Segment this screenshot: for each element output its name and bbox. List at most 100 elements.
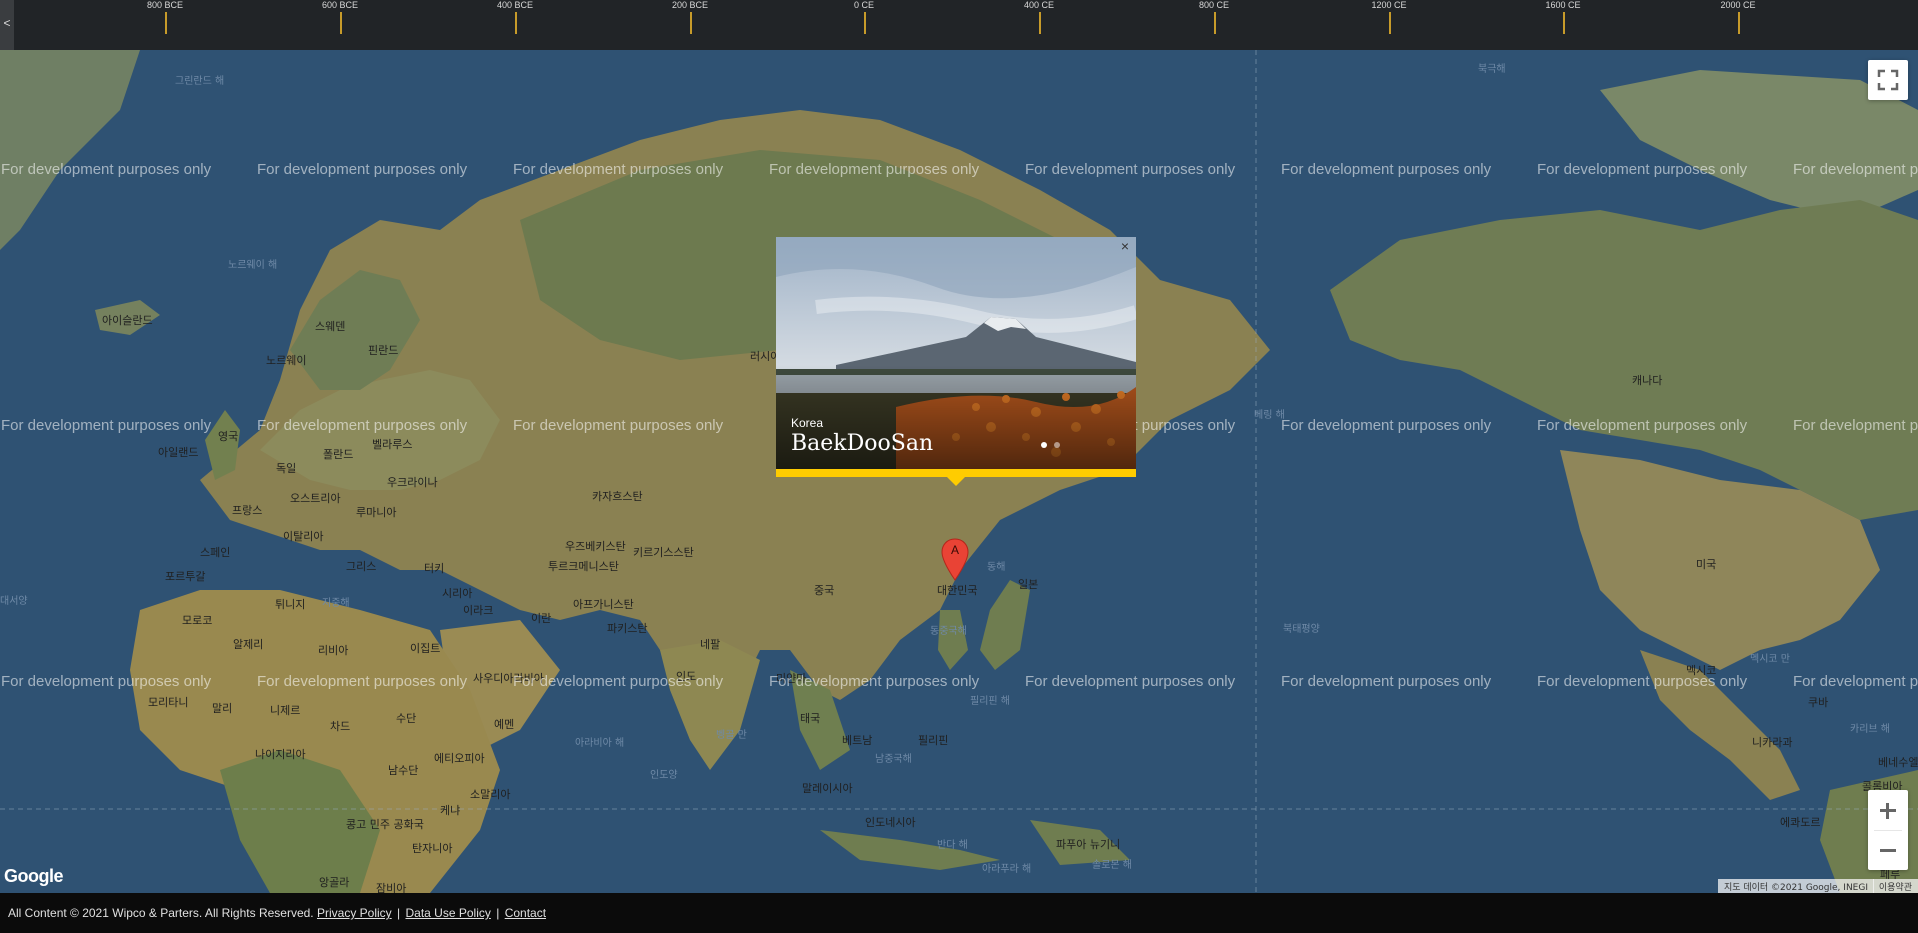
timeline-prev-button[interactable]: < xyxy=(0,0,14,50)
dev-watermark: For development purposes only xyxy=(1537,673,1748,690)
map-label: 튀니지 xyxy=(275,598,306,611)
close-icon[interactable]: × xyxy=(1118,239,1132,253)
map-label: 차드 xyxy=(330,720,351,733)
map-label: 나이지리아 xyxy=(255,748,306,761)
dev-watermark: For development purposes only xyxy=(257,417,468,434)
map-label: 스페인 xyxy=(200,546,231,559)
timeline-tick-label: 800 BCE xyxy=(146,0,184,10)
map-label: 핀란드 xyxy=(368,344,399,357)
map-label: 북태평양 xyxy=(1283,624,1320,635)
map-label: 소말리아 xyxy=(470,788,511,801)
terms-link[interactable]: 이용약관 xyxy=(1872,879,1918,893)
map-label: 아라푸라 해 xyxy=(982,864,1032,875)
zoom-out-button[interactable] xyxy=(1868,830,1908,870)
timeline-tick-label: 400 BCE xyxy=(496,0,534,10)
dev-watermark: For development purposes only xyxy=(1281,417,1492,434)
map-label: 그린란드 해 xyxy=(175,76,225,87)
map-label: 예멘 xyxy=(494,718,515,731)
map-label: 동중국해 xyxy=(930,626,967,637)
dev-watermark: For development purposes only xyxy=(1,673,212,690)
map-label: 아프가니스탄 xyxy=(573,598,634,611)
map-label: 이라크 xyxy=(463,604,494,617)
dev-watermark: For development purposes only xyxy=(769,673,980,690)
timeline-tick-mark xyxy=(165,12,167,34)
map-label: 우크라이나 xyxy=(387,476,438,489)
dev-watermark: For development purposes only xyxy=(1537,161,1748,178)
map-label: 벨라루스 xyxy=(372,438,413,451)
map-label: 루마니아 xyxy=(356,506,397,519)
data-use-policy-link[interactable]: Data Use Policy xyxy=(406,906,491,920)
map-label: 지중해 xyxy=(322,598,350,609)
timeline-tick-label: 1200 CE xyxy=(1371,0,1407,10)
map-label: 아라비아 해 xyxy=(575,738,625,749)
slide-indicator-active[interactable] xyxy=(1041,442,1047,448)
timeline[interactable]: < 800 BCE 600 BCE 400 BCE 200 BCE 0 CE 4… xyxy=(0,0,1918,50)
map-label: 케냐 xyxy=(440,804,461,817)
map-label: 오스트리아 xyxy=(290,492,341,505)
map-label: 알제리 xyxy=(233,638,264,651)
map-label: 인도네시아 xyxy=(865,816,916,829)
dev-watermark: For development purposes only xyxy=(257,161,468,178)
google-logo[interactable]: Google xyxy=(4,866,64,887)
map-label: 인도양 xyxy=(650,770,678,781)
timeline-tick-label: 200 BCE xyxy=(671,0,709,10)
slide-indicator[interactable] xyxy=(1054,442,1060,448)
map-label: 필리핀 해 xyxy=(970,696,1010,707)
timeline-tick-label: 0 CE xyxy=(853,0,874,10)
timeline-tick-label: 800 CE xyxy=(1198,0,1230,10)
footer: All Content © 2021 Wipco & Parters. All … xyxy=(0,893,1918,933)
privacy-policy-link[interactable]: Privacy Policy xyxy=(317,906,392,920)
zoom-control[interactable] xyxy=(1868,790,1908,870)
info-window-pointer xyxy=(947,477,965,486)
marker-label: A xyxy=(950,543,959,557)
map-label: 베트남 xyxy=(842,734,873,747)
timeline-tick-label: 1600 CE xyxy=(1545,0,1581,10)
timeline-tick-mark xyxy=(1039,12,1041,34)
map-label: 니카라과 xyxy=(1752,736,1793,749)
map-label: 탄자니아 xyxy=(412,842,453,855)
map-label: 태국 xyxy=(800,712,821,725)
dev-watermark: For development purposes only xyxy=(1,417,212,434)
footer-separator: | xyxy=(496,906,500,920)
map-label: 미국 xyxy=(1696,558,1717,571)
map-label: 반다 해 xyxy=(937,840,968,851)
map-label: 카리브 해 xyxy=(1850,724,1890,735)
map-label: 남중국해 xyxy=(875,754,912,765)
map-label: 필리핀 xyxy=(918,734,949,747)
contact-link[interactable]: Contact xyxy=(505,906,546,920)
footer-copyright: All Content © 2021 Wipco & Parters. All … xyxy=(8,906,314,920)
timeline-tick-mark xyxy=(1389,12,1391,34)
dev-watermark: For development purposes only xyxy=(513,161,724,178)
map-label: 중국 xyxy=(814,584,835,597)
place-info-window[interactable]: Korea BaekDooSan × xyxy=(776,237,1136,523)
dev-watermark: For development purposes only xyxy=(1025,161,1236,178)
map-label: 스웨덴 xyxy=(315,320,346,333)
dev-watermark: For development purposes only xyxy=(513,673,724,690)
map-label: 에콰도르 xyxy=(1780,816,1821,829)
map-label: 모로코 xyxy=(182,614,213,627)
map-label: 터키 xyxy=(424,562,445,575)
map-label: 모리타니 xyxy=(148,696,189,709)
dev-watermark: For development purposes only xyxy=(1793,161,1918,178)
map-label: 니제르 xyxy=(270,704,301,717)
map-label: 키르기스스탄 xyxy=(633,546,694,559)
map-label: 앙골라 xyxy=(319,876,350,889)
place-photo[interactable]: Korea BaekDooSan × xyxy=(776,237,1136,469)
map-label: 벵골 만 xyxy=(716,730,747,741)
map-label: 네팔 xyxy=(700,638,721,651)
map-label: 독일 xyxy=(276,462,297,475)
map-label: 카자흐스탄 xyxy=(592,490,643,503)
info-window-accent-bar xyxy=(776,469,1136,477)
timeline-tick-mark xyxy=(340,12,342,34)
map-label: 우즈베키스탄 xyxy=(565,540,626,553)
fullscreen-button[interactable] xyxy=(1868,60,1908,100)
zoom-in-button[interactable] xyxy=(1868,790,1908,830)
map-label: 영국 xyxy=(218,430,239,443)
map-label: 쿠바 xyxy=(1808,696,1829,709)
dev-watermark: For development purposes only xyxy=(1281,161,1492,178)
map-label: 아이슬란드 xyxy=(102,314,153,327)
dev-watermark: For development purposes only xyxy=(1025,673,1236,690)
map-marker[interactable]: A xyxy=(940,538,970,582)
map-label: 그리스 xyxy=(346,560,377,573)
map-label: 노르웨이 xyxy=(266,354,307,367)
